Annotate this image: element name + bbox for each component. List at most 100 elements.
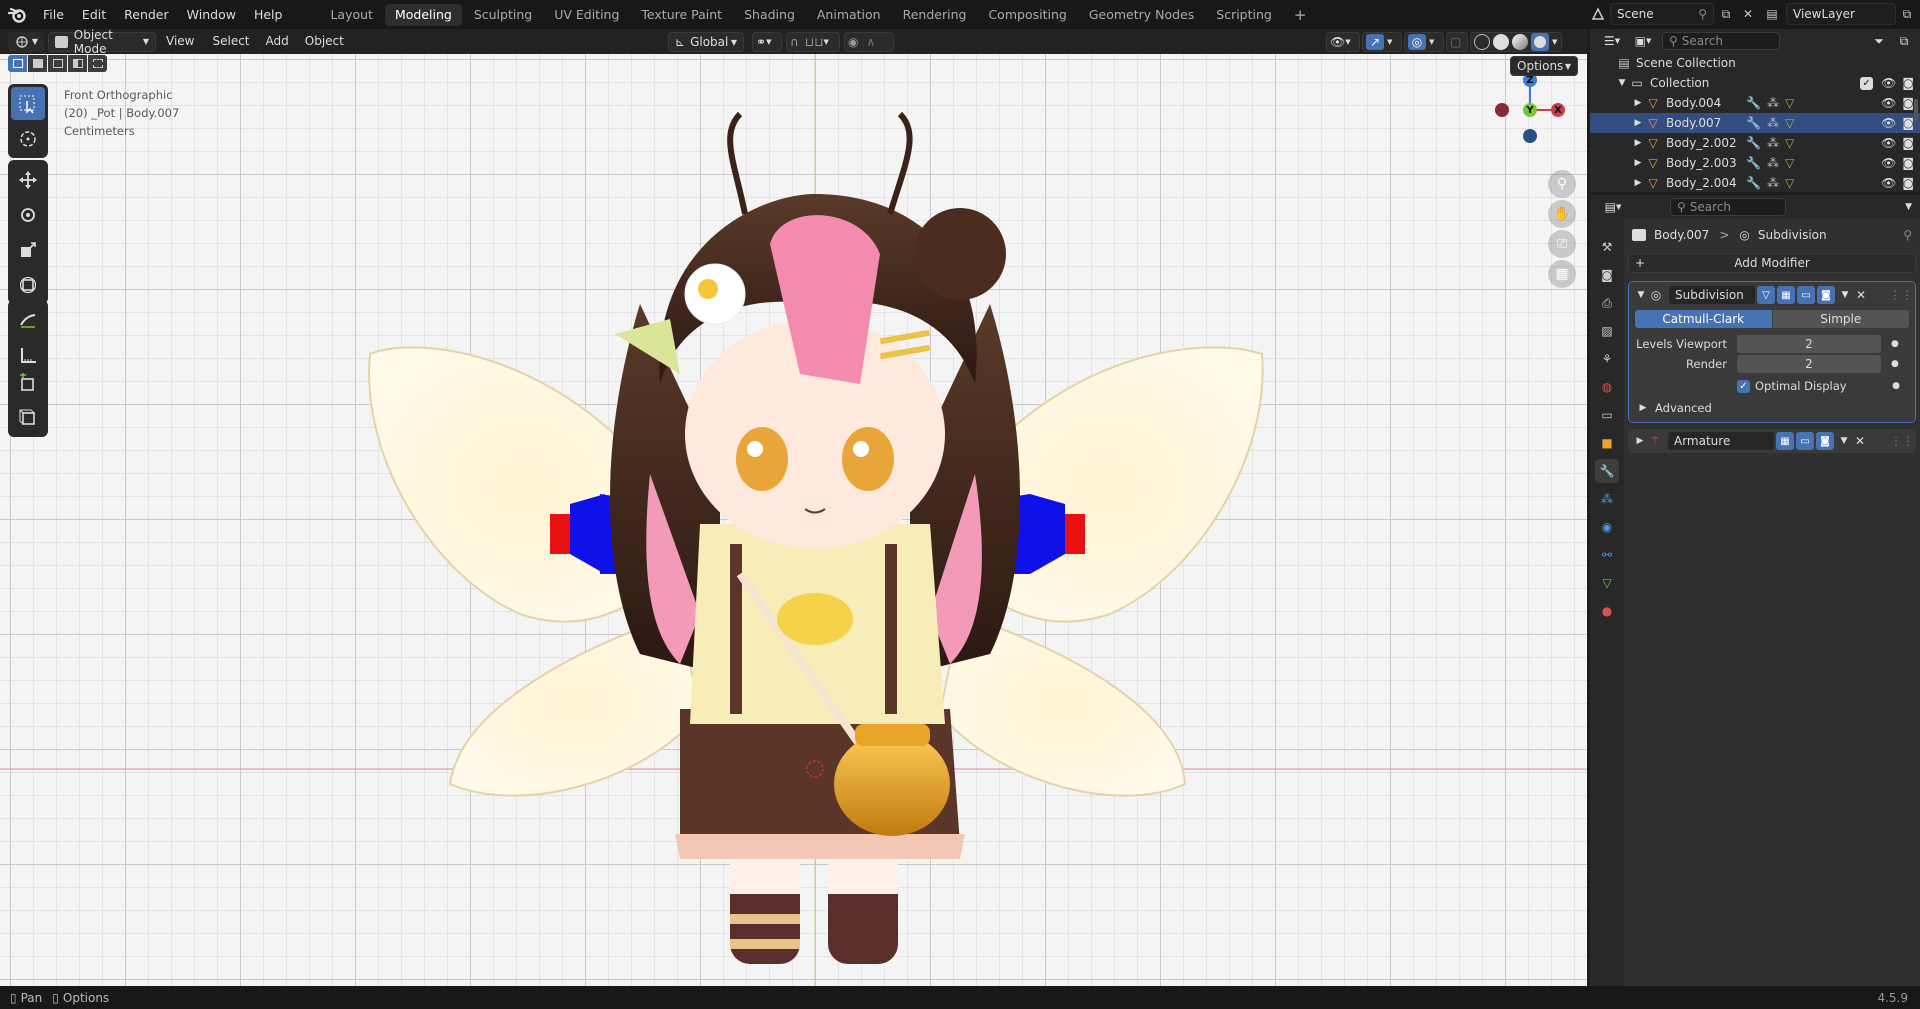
tab-sculpting[interactable]: Sculpting — [464, 4, 542, 26]
vertex-groups-icon[interactable]: ⁂ — [1767, 116, 1779, 130]
mesh-data-icon[interactable]: ▽ — [1785, 116, 1794, 130]
tab-tool[interactable]: ⚒ — [1595, 235, 1619, 259]
visibility-eye-icon[interactable]: 👁 — [1881, 156, 1896, 170]
expand-arrow-icon[interactable]: ▶ — [1632, 98, 1644, 108]
perspective-toggle-button[interactable]: ▦ — [1548, 260, 1576, 288]
render-camera-icon[interactable]: ◙ — [1902, 136, 1914, 150]
vertex-groups-icon[interactable]: ⁂ — [1767, 176, 1779, 190]
tab-world[interactable]: ◍ — [1595, 375, 1619, 399]
modifier-wrench-icon[interactable]: 🔧 — [1746, 136, 1761, 150]
overlay-toggle[interactable]: ◎ ▼ — [1404, 32, 1444, 52]
gizmo-x-axis[interactable]: X — [1551, 103, 1565, 117]
add-modifier-button[interactable]: + Add Modifier — [1628, 253, 1916, 273]
properties-editor-icon[interactable]: ▤ ▼ — [1598, 200, 1628, 214]
close-icon[interactable]: ✕ — [1738, 7, 1758, 21]
pan-view-button[interactable]: ✋ — [1548, 200, 1576, 228]
solid-shading-icon[interactable] — [1493, 34, 1509, 50]
rendered-shading-icon[interactable] — [1531, 33, 1549, 51]
mesh-data-icon[interactable]: ▽ — [1785, 176, 1794, 190]
mesh-data-icon[interactable]: ▽ — [1785, 96, 1794, 110]
add-workspace-button[interactable]: + — [1284, 4, 1317, 26]
visibility-eye-icon[interactable]: 👁 — [1881, 76, 1896, 90]
menu-file[interactable]: File — [34, 0, 73, 29]
visibility-eye-icon[interactable]: 👁 — [1881, 116, 1896, 130]
blender-logo-icon[interactable] — [0, 0, 34, 29]
collection-exclude-checkbox[interactable]: ✓ — [1860, 76, 1874, 90]
viewport-display-toggle[interactable]: ▭ — [1797, 286, 1815, 304]
vertex-groups-icon[interactable]: ⁂ — [1767, 156, 1779, 170]
tab-collection[interactable]: ▭ — [1595, 403, 1619, 427]
render-camera-icon[interactable]: ◙ — [1902, 176, 1914, 190]
zoom-view-button[interactable]: ⚲ — [1548, 170, 1576, 198]
menu-edit[interactable]: Edit — [73, 0, 115, 29]
tab-compositing[interactable]: Compositing — [978, 4, 1076, 26]
tab-modeling[interactable]: Modeling — [384, 3, 462, 26]
expand-arrow-icon[interactable]: ▼ — [1616, 78, 1628, 88]
outliner-scrollbar[interactable] — [1914, 99, 1918, 121]
mode-selector[interactable]: Object Mode ▼ — [48, 28, 156, 56]
keyframe-dot-icon[interactable]: ● — [1892, 381, 1900, 391]
armature-cage-toggle[interactable]: ▦ — [1776, 432, 1794, 450]
3d-viewport[interactable]: Front Orthographic (20) _Pot | Body.007 … — [0, 54, 1587, 986]
display-mode-icon[interactable]: ▣ ▼ — [1628, 34, 1658, 48]
render-levels-field[interactable]: 2 — [1737, 355, 1881, 373]
editor-type-button[interactable]: ▼ — [8, 31, 44, 52]
shading-modes[interactable]: ▼ — [1470, 32, 1562, 52]
tab-output[interactable]: ⎙ — [1595, 291, 1619, 315]
levels-viewport-field[interactable]: 2 — [1737, 335, 1881, 353]
tab-constraints[interactable]: ⚯ — [1595, 543, 1619, 567]
armature-render-toggle[interactable]: ◙ — [1816, 432, 1834, 450]
snap-toggle[interactable]: ∩ ⊔⊔ ▼ — [786, 32, 840, 52]
view-layer-selector[interactable]: ViewLayer — [1786, 3, 1896, 25]
filter-icon[interactable]: ⏷ — [1864, 34, 1894, 49]
viewport-menu-add[interactable]: Add — [258, 29, 297, 54]
delete-modifier-icon[interactable]: ✕ — [1853, 288, 1869, 302]
gizmo-y-axis[interactable]: Y — [1523, 103, 1537, 117]
tab-render[interactable]: ◙ — [1595, 263, 1619, 287]
keyframe-dot-icon[interactable]: ● — [1891, 359, 1899, 369]
menu-window[interactable]: Window — [178, 0, 245, 29]
modifier-wrench-icon[interactable]: 🔧 — [1746, 116, 1761, 130]
visibility-selector[interactable]: 👁 ▼ — [1326, 32, 1360, 52]
new-collection-icon[interactable]: ⧉ — [1894, 34, 1914, 49]
render-camera-icon[interactable]: ◙ — [1902, 96, 1914, 110]
keyframe-dot-icon[interactable]: ● — [1891, 339, 1899, 349]
vertex-groups-icon[interactable]: ⁂ — [1767, 96, 1779, 110]
wireframe-shading-icon[interactable] — [1474, 34, 1490, 50]
drag-handle-icon[interactable]: ⋮⋮ — [1889, 288, 1913, 302]
tab-geometry-nodes[interactable]: Geometry Nodes — [1079, 4, 1204, 26]
menu-help[interactable]: Help — [245, 0, 292, 29]
on-cage-toggle[interactable]: ▦ — [1777, 286, 1795, 304]
proportional-editing-toggle[interactable]: ◉ ∧ — [844, 32, 894, 52]
drag-handle-icon[interactable]: ⋮⋮ — [1890, 434, 1914, 448]
render-camera-icon[interactable]: ◙ — [1902, 76, 1914, 90]
tab-animation[interactable]: Animation — [807, 4, 891, 26]
viewport-menu-select[interactable]: Select — [204, 29, 257, 54]
options-button[interactable]: Options ▼ — [1510, 56, 1578, 76]
tab-data[interactable]: ▽ — [1595, 571, 1619, 595]
chevron-down-icon[interactable]: ▼ — [1905, 202, 1912, 212]
tab-texture-paint[interactable]: Texture Paint — [631, 4, 732, 26]
tab-physics[interactable]: ◉ — [1595, 515, 1619, 539]
armature-viewport-toggle[interactable]: ▭ — [1796, 432, 1814, 450]
scene-selector[interactable]: Scene ⚲ — [1610, 3, 1714, 25]
camera-view-button[interactable]: ⎚ — [1548, 230, 1576, 258]
tab-view-layer[interactable]: ▨ — [1595, 319, 1619, 343]
outliner-item[interactable]: ▶ ▽ Body.007 🔧 ⁂ ▽ 👁 ◙ — [1590, 113, 1920, 133]
gizmo-toggle[interactable]: ↗ ▼ — [1362, 32, 1402, 52]
properties-search[interactable]: ⚲ Search — [1670, 198, 1786, 216]
new-view-layer-icon[interactable]: ⧉ — [1896, 7, 1918, 22]
outliner-item[interactable]: ▶ ▽ Body.004 🔧 ⁂ ▽ 👁 ◙ — [1590, 93, 1920, 113]
render-camera-icon[interactable]: ◙ — [1902, 116, 1914, 130]
mesh-data-icon[interactable]: ▽ — [1785, 156, 1794, 170]
modifier-menu-icon[interactable]: ▼ — [1837, 290, 1853, 300]
outliner-item[interactable]: ▶ ▽ Body_2.002 🔧 ⁂ ▽ 👁 ◙ — [1590, 133, 1920, 153]
collapse-arrow-icon[interactable]: ▼ — [1635, 290, 1647, 300]
simple-button[interactable]: Simple — [1772, 310, 1909, 328]
advanced-subpanel[interactable]: ▶ Advanced — [1629, 398, 1915, 418]
tab-material[interactable]: ● — [1595, 599, 1619, 623]
expand-arrow-icon[interactable]: ▶ — [1632, 158, 1644, 168]
tab-object[interactable]: ■ — [1595, 431, 1619, 455]
material-shading-icon[interactable] — [1512, 34, 1528, 50]
tab-layout[interactable]: Layout — [320, 4, 383, 26]
